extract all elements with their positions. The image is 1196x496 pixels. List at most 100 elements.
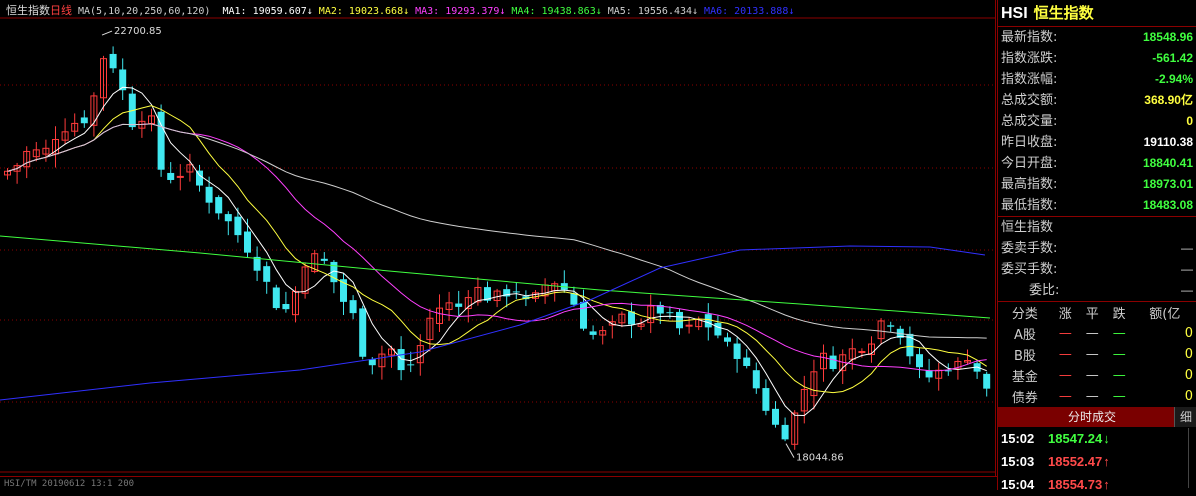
ticks-scrollbar[interactable] [1188,428,1196,488]
candle-down [772,408,779,425]
candle-down [752,370,760,389]
category-name: B股 [1013,349,1036,364]
quote-value: 18548.96 [1142,30,1193,44]
candle-down [368,359,376,366]
order-label: 委卖手数: [1001,241,1058,256]
quote-value: 368.90亿 [1144,93,1193,107]
candle-down [781,424,789,440]
candle-down [580,301,587,329]
arrow-up-icon: ↑ [1103,454,1110,469]
quote-label: 总成交量: [1001,114,1058,129]
index-name: 恒生指数 [1033,4,1094,22]
category-amount: 0 [1184,326,1193,341]
category-row[interactable]: 债券 — — — 0 [998,386,1196,407]
candle-down [234,216,242,236]
candle-down [887,325,895,327]
quote-label: 今日开盘: [1001,156,1058,171]
category-up: — [1058,326,1072,341]
category-header[interactable]: 跌 [1106,302,1133,323]
panel-title: HSI 恒生指数 [998,0,1196,27]
quote-row: 今日开盘: 18840.41 [998,153,1196,174]
order-label: 委买手数: [1001,262,1058,277]
candle-down [916,354,923,368]
category-down: — [1112,326,1126,341]
tick-price: 18552.47 [1048,454,1103,469]
category-header[interactable]: 分类 [998,302,1052,323]
high-label: 22700.85 [114,26,162,37]
tick-time: 15:03 [1001,454,1035,469]
candle-down [359,308,367,357]
period-label[interactable]: 日线 [50,4,72,17]
candle-down [196,170,203,186]
order-value: — [1181,262,1193,276]
low-leader [785,443,795,458]
order-row: 委买手数: — [998,259,1196,280]
category-row[interactable]: 基金 — — — 0 [998,365,1196,386]
ma4-line [0,235,991,319]
category-header[interactable]: 额(亿 [1133,302,1196,323]
category-row[interactable]: B股 — — — 0 [998,344,1196,365]
category-section: 分类涨平跌额(亿 A股 — — — 0 B股 — — — 0 基金 — — — 0 债券 — — — 0 [998,301,1196,407]
low-label: 18044.86 [796,453,844,464]
detail-button[interactable]: 细 [1174,407,1196,427]
candle-down [263,266,271,282]
category-row[interactable]: A股 — — — 0 [998,323,1196,344]
category-up: — [1058,347,1072,362]
category-amount: 0 [1184,389,1193,404]
tick-time: 15:02 [1001,431,1035,446]
candle-down [320,258,328,261]
quote-value: -561.42 [1152,51,1193,65]
quote-value: 19110.38 [1143,135,1193,149]
candle-up [685,324,693,327]
candle-down [925,370,933,378]
quote-value: 18483.08 [1142,198,1193,212]
category-down: — [1112,368,1126,383]
quote-row: 总成交量: 0 [998,111,1196,132]
order-value: — [1181,241,1193,255]
quote-value: -2.94% [1154,72,1193,86]
candle-up [176,175,184,178]
quote-label: 最低指数: [1001,198,1058,213]
candle-down [272,287,280,309]
category-header[interactable]: 涨 [1052,302,1079,323]
quote-value: 18840.41 [1142,156,1193,170]
candle-down [676,311,683,329]
quote-row: 最新指数: 18548.96 [998,27,1196,48]
candle-down [167,172,175,180]
candle-down [215,197,223,214]
candle-down [666,312,674,314]
quote-label: 指数涨跌: [1001,51,1058,66]
order-section: 恒生指数 委卖手数: — 委买手数: — 委比: — [998,216,1196,301]
candle-down [724,337,731,342]
candle-down [282,303,290,310]
kline-svg[interactable]: 22700.85 18044.86 [0,0,996,476]
category-flat: — [1085,326,1099,341]
category-name: 债券 [1011,391,1038,406]
quote-label: 昨日收盘: [1001,135,1058,150]
candle-down [349,300,357,314]
quote-label: 最新指数: [1001,30,1058,45]
candle-down [244,231,251,253]
ticks-list: 15:02 18547.24↓ 15:03 18552.47↑ 15:04 18554.7… [998,427,1196,496]
candle-down [80,117,88,124]
category-name: 基金 [1011,370,1038,385]
category-table: 分类涨平跌额(亿 A股 — — — 0 B股 — — — 0 基金 — — — 0 债券 — — — 0 [998,302,1196,407]
quote-row: 指数涨幅: -2.94% [998,69,1196,90]
ma-item-1: MA1: 19059.607↓ [222,6,313,17]
tick-time: 15:04 [1001,477,1035,492]
ma6-line [0,245,986,401]
ma-item-5: MA5: 19556.434↓ [607,6,699,17]
order-value: — [1181,283,1193,297]
quote-row: 最低指数: 18483.08 [998,195,1196,216]
quote-label: 指数涨幅: [1001,72,1058,87]
ma-item-6: MA6: 20133.888↓ [704,6,795,17]
order-row: 委卖手数: — [998,238,1196,259]
ma-item-4: MA4: 19438.863↓ [511,6,602,17]
quote-label: 最高指数: [1001,177,1058,192]
quote-list: 最新指数: 18548.96 指数涨跌: -561.42 指数涨幅: -2.94% 总成交额… [998,27,1196,216]
category-header[interactable]: 平 [1079,302,1106,323]
kline-chart[interactable]: 22700.85 18044.86 恒生指数日线 MA(5,10,20,250,60… [0,0,1000,490]
ma3-line [7,123,987,372]
candle-down [589,331,597,335]
quote-value: 18973.01 [1142,177,1193,191]
